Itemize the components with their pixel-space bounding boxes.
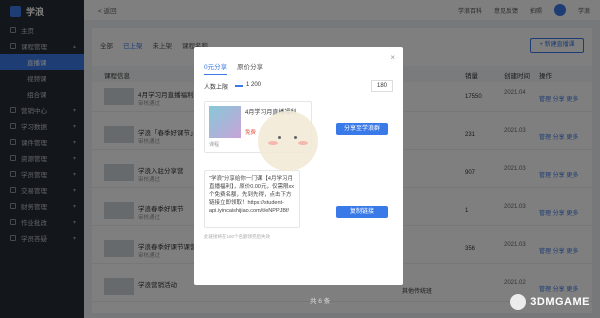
share-to-group-button[interactable]: 分享至学浪群 (336, 123, 388, 135)
limit-value: 1 200 (246, 82, 262, 88)
tab-original-share[interactable]: 原价分享 (237, 61, 263, 75)
watermark-logo-icon (510, 294, 527, 310)
mascot-image (258, 111, 318, 171)
close-icon[interactable]: × (390, 53, 395, 62)
limit-slider[interactable] (235, 85, 243, 87)
limit-input[interactable]: 180 (371, 80, 393, 92)
pagination: 共 6 条 (310, 298, 331, 305)
card-note: 课程 (209, 142, 220, 148)
mascot-cheek-left (268, 141, 278, 145)
mascot-eye-right (294, 136, 297, 139)
mascot-cheek-right (298, 141, 308, 145)
course-poster (209, 106, 241, 138)
mascot-eye-left (278, 136, 281, 139)
watermark: 3DMGAME (510, 294, 590, 310)
card-price: 免费 (245, 130, 257, 136)
watermark-text: 3DMGAME (530, 296, 590, 308)
share-link-text[interactable]: "学浪"分享给你一门课【4月学习月直播福利】，原价0.00元，仅需限xx个免费名… (204, 170, 300, 228)
link-hint: 此链接将在180个名额领完后失效 (204, 234, 271, 239)
copy-link-button[interactable]: 复制链接 (336, 206, 388, 218)
limit-label: 人数上限 (204, 85, 229, 91)
tab-free-share[interactable]: 0元分享 (204, 61, 228, 75)
